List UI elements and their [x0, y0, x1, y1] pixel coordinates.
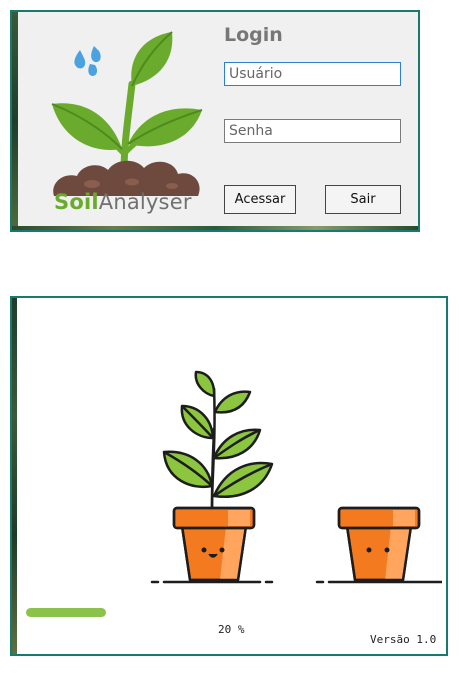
exit-button[interactable]: Sair: [325, 185, 401, 214]
background-strip: [12, 298, 17, 654]
progress-bar-fill: [26, 608, 106, 617]
login-window: SoilAnalyser Login Acessar Sair: [10, 10, 420, 232]
password-input[interactable]: [224, 119, 401, 143]
potted-plant-illustration: [150, 370, 442, 584]
empty-pot-icon: [337, 506, 421, 582]
progress-percent: 20 %: [218, 623, 245, 636]
water-drop-icon: [74, 46, 101, 76]
username-input[interactable]: [224, 62, 401, 86]
potted-plant-icon: [162, 370, 274, 582]
brand-name-rest: Analyser: [98, 190, 192, 214]
background-strip-bottom: [12, 226, 418, 230]
login-title: Login: [224, 24, 283, 46]
progress-bar: [26, 608, 106, 617]
background-strip: [12, 12, 18, 230]
version-label: Versão 1.0: [370, 633, 437, 646]
brand-name: SoilAnalyser: [54, 190, 192, 214]
login-button[interactable]: Acessar: [224, 185, 296, 214]
splash-window: 20 % Versão 1.0: [10, 296, 448, 656]
brand-name-bold: Soil: [54, 190, 99, 214]
